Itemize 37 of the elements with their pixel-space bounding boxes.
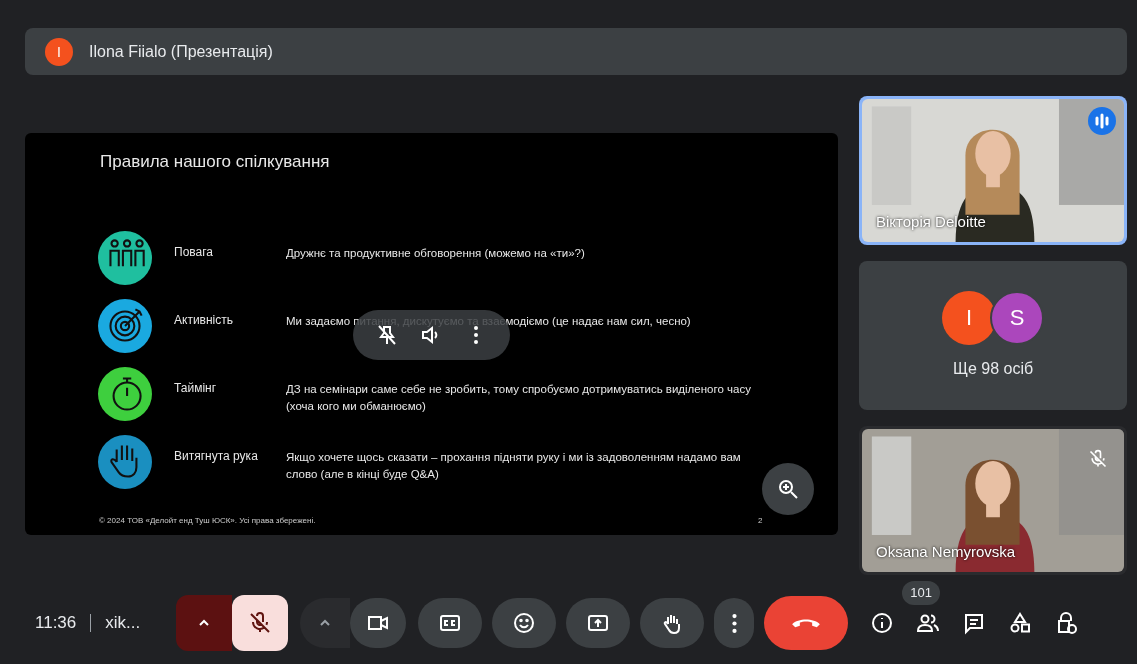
microphone-button[interactable] bbox=[232, 595, 289, 651]
camera-button[interactable] bbox=[350, 598, 407, 648]
captions-button[interactable] bbox=[418, 598, 483, 648]
smiley-icon bbox=[512, 611, 537, 635]
meeting-code: xik... bbox=[105, 612, 142, 635]
more-options-button[interactable] bbox=[714, 598, 755, 648]
rule-label: Активність bbox=[174, 312, 234, 329]
slide-footer: © 2024 ТОВ «Делойт енд Туш ЮСК». Усі права збережені. bbox=[99, 515, 316, 527]
avatar: S bbox=[990, 290, 1044, 345]
rule-text: Якщо хочете щось сказати – прохання підняти руку і ми із задоволенням надамо вам слово (але в кінці буде Q&A) bbox=[286, 450, 742, 482]
presenter-title: Ilona Fiialo (Презентація) bbox=[89, 41, 273, 62]
mic-off-icon bbox=[1088, 449, 1108, 469]
more-icon bbox=[731, 613, 737, 633]
more-participants-label: Ще 98 осіб bbox=[952, 358, 1034, 379]
participant-name: Oksana Nemyrovska bbox=[876, 541, 1016, 562]
zoom-button[interactable] bbox=[762, 463, 814, 515]
avatar: I bbox=[45, 37, 73, 66]
participants-tile[interactable]: I S Ще 98 осіб bbox=[859, 261, 1127, 410]
participant-count-badge: 101 bbox=[902, 581, 940, 605]
reactions-button[interactable] bbox=[492, 598, 557, 648]
rule-label: Таймінг bbox=[174, 380, 218, 397]
slide-title: Правила нашого спілкування bbox=[100, 151, 330, 173]
hang-up-icon bbox=[792, 618, 821, 628]
rule-label: Витягнута рука bbox=[174, 448, 259, 465]
leave-call-button[interactable] bbox=[764, 596, 849, 650]
rule-text: Дружнє та продуктивне обговорення (можемо на «ти»?) bbox=[286, 246, 586, 261]
present-button[interactable] bbox=[566, 598, 631, 648]
rule-text: ДЗ на семінари саме себе не зробить, тому спробуємо дотримуватись виділеного часу (хоча кого ми обманюємо) bbox=[286, 382, 752, 414]
clock: 11:36 bbox=[35, 612, 77, 635]
info-icon[interactable] bbox=[870, 611, 895, 635]
raise-hand-button[interactable] bbox=[640, 598, 705, 648]
speaking-icon bbox=[1088, 107, 1116, 135]
page-number: 2 bbox=[758, 515, 763, 527]
activities-icon[interactable] bbox=[1008, 611, 1033, 635]
rule-label: Повага bbox=[174, 244, 214, 261]
audio-options-button[interactable] bbox=[176, 595, 233, 651]
zoom-in-icon bbox=[776, 477, 800, 501]
